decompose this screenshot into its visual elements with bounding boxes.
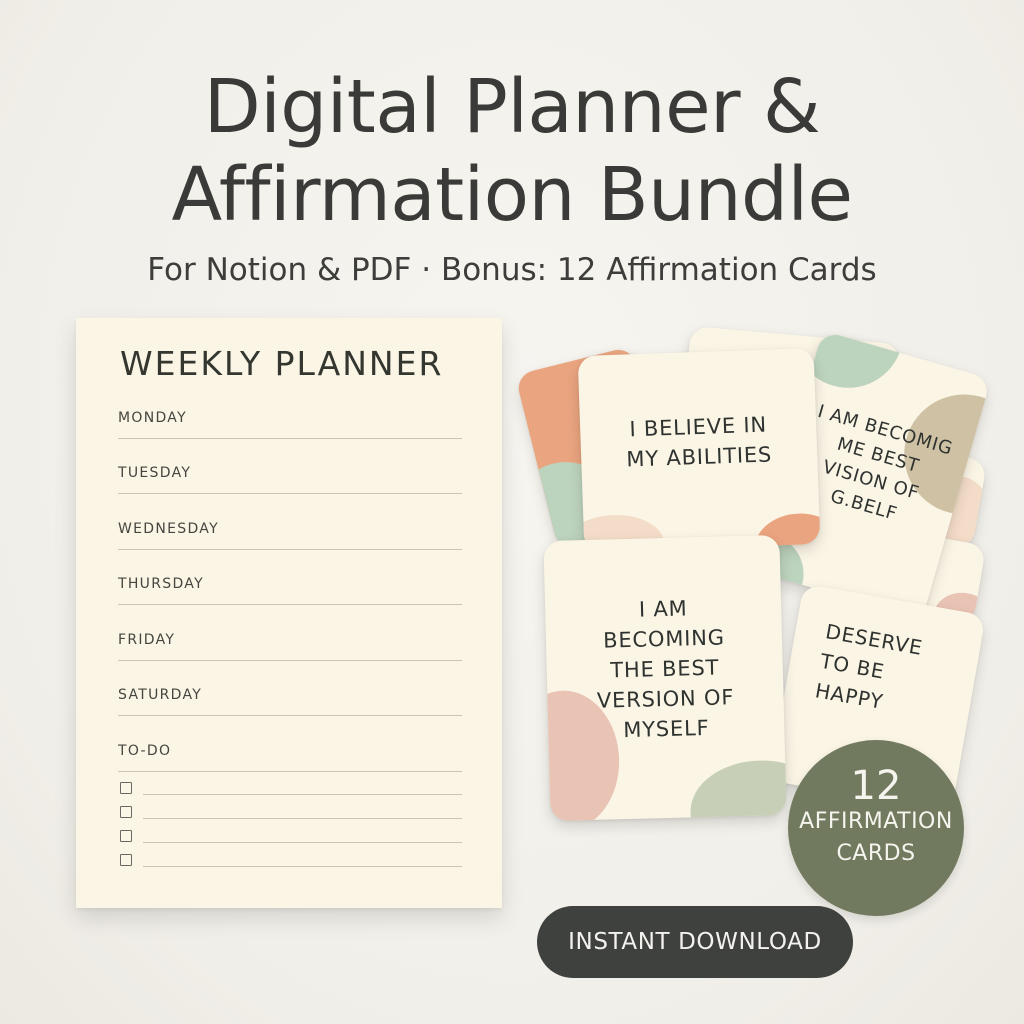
checkbox-icon[interactable] (120, 782, 132, 794)
todo-line (143, 818, 462, 819)
day-row-friday: FRIDAY (118, 632, 462, 661)
headline-line-2: Affirmation Bundle (171, 152, 853, 238)
todo-line (143, 842, 462, 843)
day-label: WEDNESDAY (118, 521, 219, 537)
checkbox-icon[interactable] (120, 806, 132, 818)
day-label: THURSDAY (118, 576, 204, 592)
day-label: TUESDAY (118, 465, 192, 481)
checkbox-icon[interactable] (120, 854, 132, 866)
badge-text-line-2: CARDS (836, 841, 916, 866)
day-row-thursday: THURSDAY (118, 576, 462, 605)
instant-download-button[interactable]: INSTANT DOWNLOAD (537, 906, 853, 978)
card-3-text: I AM BECOMING THE BEST VERSION OF MYSELF (596, 596, 735, 743)
headline-line-1: Digital Planner & (203, 64, 821, 150)
todo-line (143, 794, 462, 795)
day-row-monday: MONDAY (118, 410, 462, 439)
card-1-text: I BELIEVE IN MY ABILITIES (626, 412, 773, 472)
affirmation-card-3: I AM BECOMING THE BEST VERSION OF MYSELF (543, 534, 787, 822)
affirmation-card-1: I BELIEVE IN MY ABILITIES (577, 347, 821, 553)
todo-item (118, 782, 462, 800)
day-row-tuesday: TUESDAY (118, 465, 462, 494)
todo-item (118, 854, 462, 872)
blob-shape (689, 758, 787, 822)
product-banner: Digital Planner & Affirmation Bundle For… (0, 0, 1024, 1024)
badge-text-line-1: AFFIRMATION (799, 809, 953, 834)
card-count-badge: 12 AFFIRMATION CARDS (788, 740, 964, 916)
subtitle: For Notion & PDF · Bonus: 12 Affirmation… (147, 252, 877, 288)
day-row-wednesday: WEDNESDAY (118, 521, 462, 550)
todo-heading-row: TO-DO (118, 743, 462, 772)
todo-item (118, 806, 462, 824)
badge-text: AFFIRMATION CARDS (788, 806, 964, 870)
planner-title: WEEKLY PLANNER (120, 344, 444, 383)
todo-line (143, 866, 462, 867)
checkbox-icon[interactable] (120, 830, 132, 842)
todo-label: TO-DO (118, 743, 172, 759)
day-label: SATURDAY (118, 687, 203, 703)
weekly-planner-sheet: WEEKLY PLANNER MONDAY TUESDAY WEDNESDAY … (76, 318, 502, 908)
card-4-text: DESERVE TO BE HAPPY (813, 619, 925, 714)
todo-item (118, 830, 462, 848)
day-label: MONDAY (118, 410, 187, 426)
badge-number: 12 (850, 763, 902, 809)
day-label: FRIDAY (118, 632, 176, 648)
day-row-saturday: SATURDAY (118, 687, 462, 716)
